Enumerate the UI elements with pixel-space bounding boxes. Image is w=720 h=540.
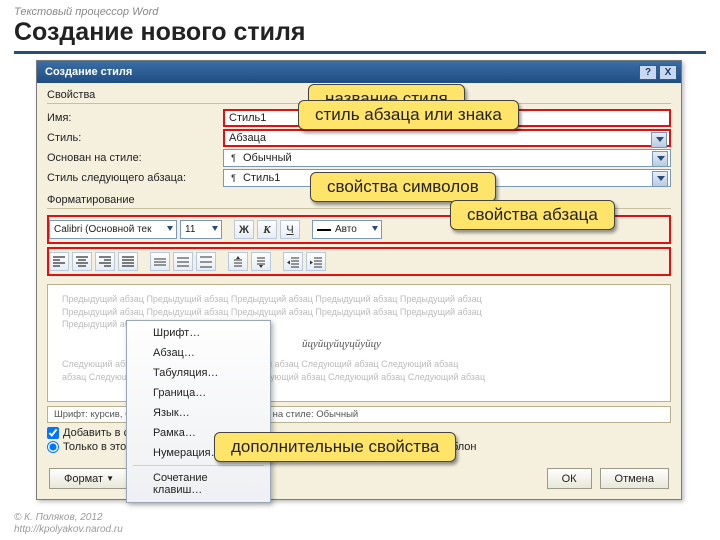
callout-para-props: свойства абзаца (450, 200, 615, 230)
preview-prev-para: Предыдущий абзац Предыдущий абзац Предыд… (62, 306, 656, 319)
chevron-down-icon (656, 137, 664, 142)
label-based-on: Основан на стиле: (47, 152, 217, 164)
align-right-button[interactable] (95, 252, 115, 271)
linespace-15-button[interactable] (173, 252, 193, 271)
para-format-toolbar (47, 247, 671, 276)
scope-document-radio[interactable] (47, 441, 59, 453)
callout-extra-props: дополнительные свойства (214, 432, 456, 462)
preview-sample-text: йцуйцуйцуцйуйцу (302, 337, 656, 352)
add-to-quickstyles-checkbox[interactable] (47, 427, 59, 439)
based-on-value: Обычный (243, 152, 292, 164)
callout-style-type: стиль абзаца или знака (298, 100, 519, 130)
slide-footer: © К. Поляков, 2012 http://kpolyakov.naro… (14, 512, 123, 536)
align-left-button[interactable] (49, 252, 69, 271)
paragraph-icon: ¶ (228, 173, 239, 184)
menu-shortcut[interactable]: Сочетание клавиш… (129, 468, 268, 500)
chevron-down-icon (212, 226, 218, 231)
indent-inc-button[interactable] (283, 252, 303, 271)
align-center-button[interactable] (72, 252, 92, 271)
align-justify-button[interactable] (118, 252, 138, 271)
next-style-value: Стиль1 (243, 172, 280, 184)
slide-context: Текстовый процессор Word (0, 0, 720, 18)
menu-language[interactable]: Язык… (129, 403, 268, 423)
menu-border[interactable]: Граница… (129, 383, 268, 403)
space-before-dec-button[interactable] (251, 252, 271, 271)
label-next-style: Стиль следующего абзаца: (47, 172, 217, 184)
font-combo[interactable]: Calibri (Основной тек (49, 220, 177, 239)
dialog-title: Создание стиля (45, 66, 132, 78)
format-button[interactable]: Формат ▼ (49, 468, 129, 489)
linespace-1-button[interactable] (150, 252, 170, 271)
style-type-value: Абзаца (229, 132, 266, 144)
callout-char-props: свойства символов (310, 172, 496, 202)
chevron-down-icon (372, 226, 378, 231)
help-icon[interactable]: ? (639, 65, 657, 80)
italic-button[interactable]: К (257, 220, 277, 239)
ok-button[interactable]: ОК (547, 468, 592, 489)
color-swatch-icon (317, 229, 331, 231)
dialog-titlebar: Создание стиля ? X (37, 61, 681, 83)
label-name: Имя: (47, 112, 217, 124)
chevron-down-icon (657, 176, 665, 181)
slide-title: Создание нового стиля (0, 18, 720, 51)
bold-button[interactable]: Ж (234, 220, 254, 239)
font-color-combo[interactable]: Авто (312, 220, 382, 239)
close-icon[interactable]: X (659, 65, 677, 80)
chevron-down-icon (657, 156, 665, 161)
style-type-combo[interactable]: Абзаца (223, 129, 671, 147)
linespace-2-button[interactable] (196, 252, 216, 271)
paragraph-icon: ¶ (228, 153, 239, 164)
indent-dec-button[interactable] (306, 252, 326, 271)
based-on-combo[interactable]: ¶ Обычный (223, 149, 671, 167)
format-context-menu: Шрифт… Абзац… Табуляция… Граница… Язык… … (126, 320, 271, 503)
cancel-button[interactable]: Отмена (600, 468, 669, 489)
space-before-inc-button[interactable] (228, 252, 248, 271)
menu-separator (133, 465, 264, 466)
chevron-down-icon (167, 226, 173, 231)
title-rule (14, 51, 706, 54)
underline-button[interactable]: Ч (280, 220, 300, 239)
font-size-combo[interactable]: 11 (180, 220, 222, 239)
menu-font[interactable]: Шрифт… (129, 323, 268, 343)
menu-tabs[interactable]: Табуляция… (129, 363, 268, 383)
menu-paragraph[interactable]: Абзац… (129, 343, 268, 363)
preview-prev-para: Предыдущий абзац Предыдущий абзац Предыд… (62, 293, 656, 306)
label-style-type: Стиль: (47, 132, 217, 144)
